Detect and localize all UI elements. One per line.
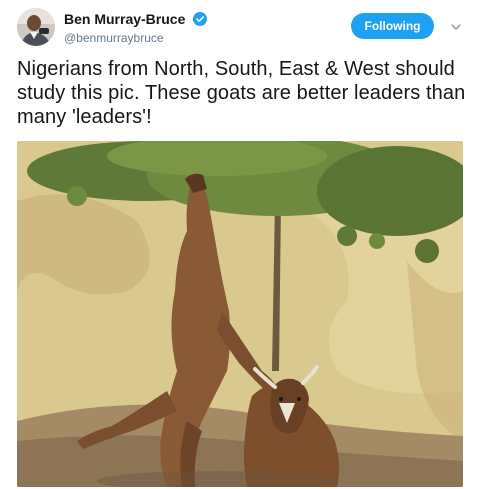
tweet-header: Ben Murray-Bruce @benmurraybruce Followi… <box>17 8 467 48</box>
tweet-text: Nigerians from North, South, East & West… <box>17 58 466 128</box>
tweet-photo[interactable] <box>17 141 463 487</box>
following-button[interactable]: Following <box>351 13 434 39</box>
user-handle[interactable]: @benmurraybruce <box>64 31 207 45</box>
avatar[interactable] <box>17 8 55 46</box>
verified-badge-icon <box>192 11 207 26</box>
author-names: Ben Murray-Bruce @benmurraybruce <box>64 10 207 45</box>
chevron-down-icon[interactable] <box>450 20 462 32</box>
display-name[interactable]: Ben Murray-Bruce <box>64 11 185 27</box>
